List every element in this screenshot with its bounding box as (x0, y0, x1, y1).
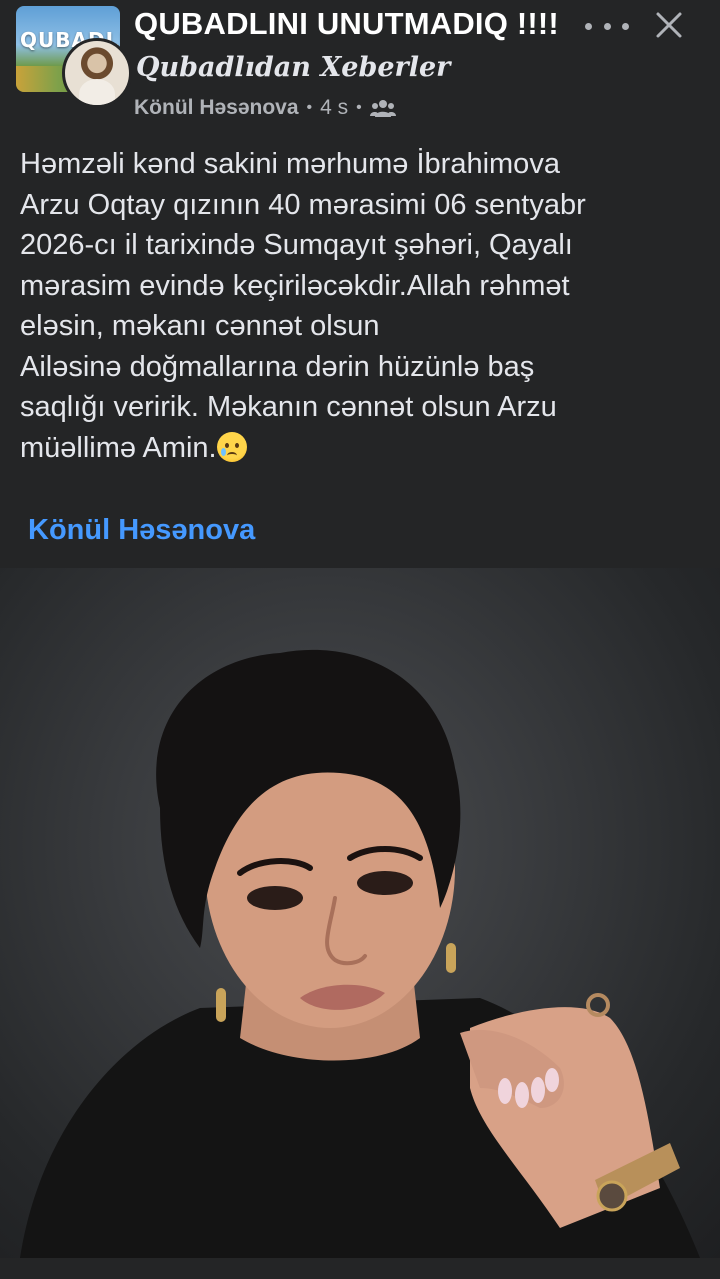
post-text: Həmzəli kənd sakini mərhumə İbrahimova A… (20, 144, 710, 468)
sad-tear-emoji-icon (216, 431, 247, 462)
tagged-user-link[interactable]: Könül Həsənova (28, 514, 255, 547)
members-icon (369, 100, 396, 117)
post-meta: Könül Həsənova • 4 s • (134, 96, 396, 120)
bottom-bar (0, 1258, 720, 1279)
meta-separator: • (306, 99, 313, 116)
post-header: QUBADLI QUBADLINI UNUTMADIQ !!!! Qubadlı… (0, 0, 720, 135)
meta-separator: • (356, 99, 362, 116)
post-time[interactable]: 4 s (320, 96, 348, 120)
close-icon[interactable] (652, 8, 686, 42)
author-avatar[interactable] (62, 38, 132, 108)
post-card: QUBADLI QUBADLINI UNUTMADIQ !!!! Qubadlı… (0, 0, 720, 1279)
author-avatar-figure (79, 79, 115, 105)
author-name[interactable]: Könül Həsənova (134, 96, 299, 120)
more-options-icon[interactable] (585, 12, 629, 40)
post-photo[interactable] (0, 568, 720, 1258)
post-body: Həmzəli kənd sakini mərhumə İbrahimova A… (20, 148, 586, 464)
portrait-illustration (20, 649, 700, 1258)
post-subtitle[interactable]: Qubadlıdan Xeberler (136, 52, 450, 83)
group-name[interactable]: QUBADLINI UNUTMADIQ !!!! (134, 6, 559, 42)
